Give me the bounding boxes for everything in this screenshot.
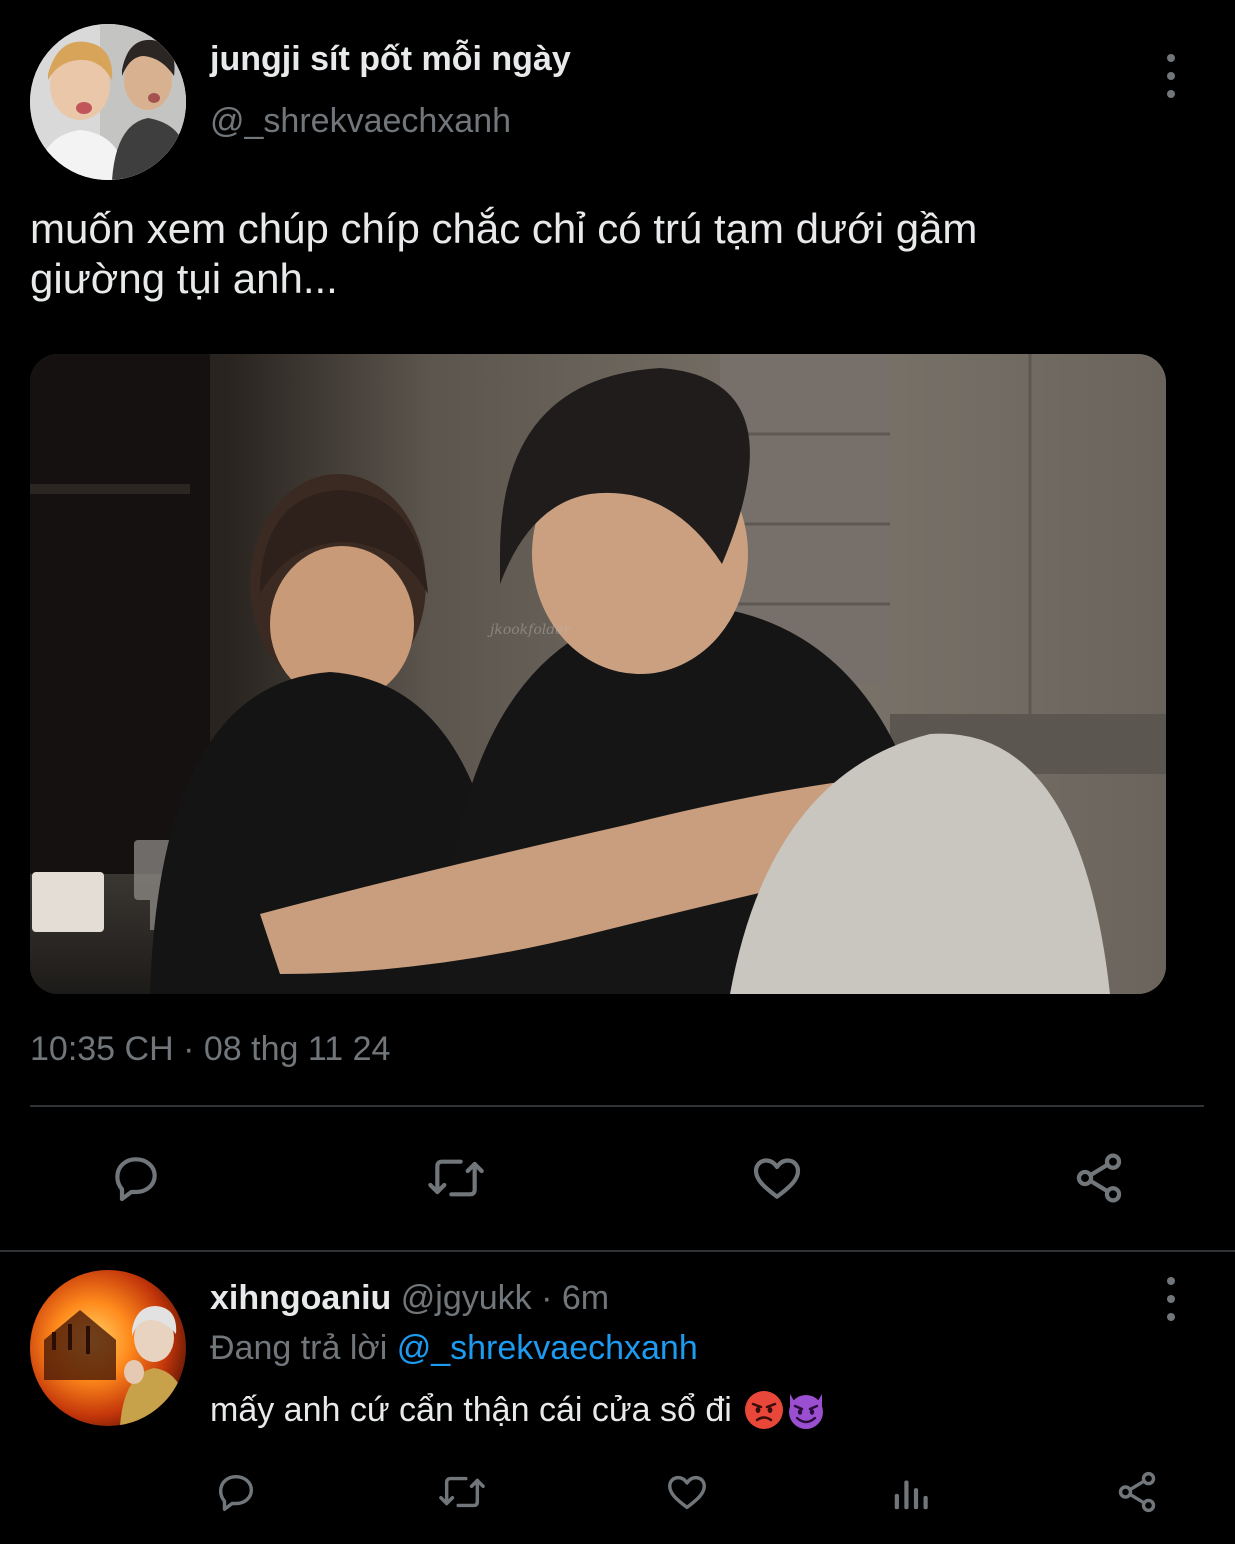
replying-to-link[interactable]: @_shrekvaechxanh — [397, 1329, 698, 1367]
author-display-name[interactable]: jungji sít pốt mỗi ngày — [210, 40, 571, 79]
share-button[interactable] — [1068, 1148, 1130, 1208]
reply-more-options-icon[interactable] — [1161, 1277, 1181, 1321]
tweet-timestamp[interactable]: 10:35 CH · 08 thg 11 24 — [30, 1030, 390, 1069]
divider — [0, 1250, 1235, 1252]
share-icon — [1076, 1153, 1122, 1203]
reply-views-button[interactable] — [888, 1468, 936, 1516]
photo-watermark: jkookfolder — [487, 622, 572, 638]
reply-reply-button[interactable] — [212, 1468, 260, 1516]
like-button[interactable] — [746, 1148, 808, 1208]
reply-button[interactable] — [106, 1148, 166, 1208]
divider — [30, 1105, 1204, 1107]
author-avatar-image — [30, 24, 186, 180]
reply-display-name[interactable]: xihngoaniu — [210, 1279, 391, 1317]
retweet-button[interactable] — [424, 1148, 488, 1208]
reply-text-content: mấy anh cứ cẩn thận cái cửa sổ đi — [210, 1390, 732, 1429]
tweet-photo-image: jkookfolder — [30, 354, 1166, 994]
smiling-devil-emoji — [788, 1394, 823, 1429]
share-icon — [1118, 1471, 1156, 1513]
like-icon — [668, 1475, 706, 1510]
reply-retweet-button[interactable] — [434, 1468, 490, 1516]
angry-face-emoji — [744, 1391, 783, 1429]
like-icon — [753, 1158, 801, 1199]
tweet-text-line-2: giường tụi anh... — [30, 255, 338, 302]
reply-text: mấy anh cứ cẩn thận cái cửa sổ đi — [210, 1390, 828, 1430]
reply-time[interactable]: · 6m — [541, 1279, 609, 1317]
retweet-icon — [428, 1159, 484, 1197]
tweet-text: muốn xem chúp chíp chắc chỉ có trú tạm d… — [30, 204, 1210, 304]
reply-handle[interactable]: @jgyukk — [401, 1279, 532, 1317]
reply-like-button[interactable] — [662, 1468, 712, 1516]
author-handle[interactable]: @_shrekvaechxanh — [210, 102, 511, 141]
author-avatar[interactable] — [30, 24, 186, 180]
replying-to-label: Đang trả lời — [210, 1329, 388, 1367]
reply-share-button[interactable] — [1112, 1468, 1162, 1516]
reply-icon — [218, 1474, 254, 1511]
reply-author-avatar-image — [30, 1270, 186, 1426]
replying-to: Đang trả lời @_shrekvaechxanh — [210, 1329, 698, 1368]
views-icon — [894, 1480, 928, 1510]
reply-icon — [115, 1157, 157, 1202]
tweet-text-line-1: muốn xem chúp chíp chắc chỉ có trú tạm d… — [30, 205, 978, 252]
more-options-icon[interactable] — [1161, 54, 1181, 98]
retweet-icon — [439, 1476, 485, 1508]
tweet-photo[interactable]: jkookfolder — [30, 354, 1166, 994]
reply-header: xihngoaniu @jgyukk · 6m — [210, 1279, 609, 1318]
reply-author-avatar[interactable] — [30, 1270, 186, 1426]
